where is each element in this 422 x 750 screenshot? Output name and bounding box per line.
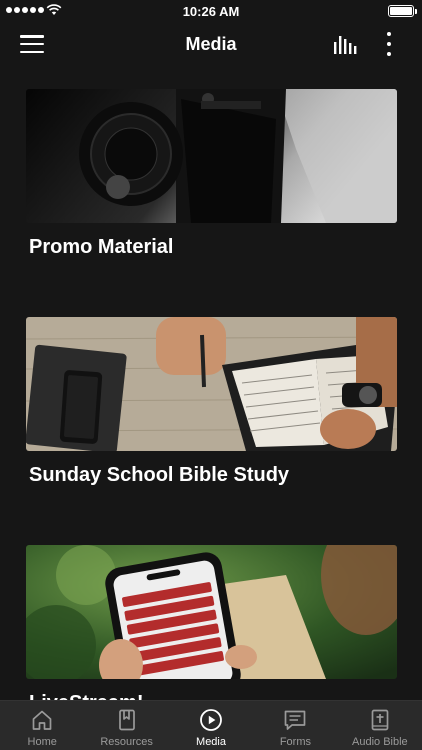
bible-cross-icon xyxy=(371,709,389,731)
media-card-title: Sunday School Bible Study xyxy=(29,464,290,486)
play-circle-icon xyxy=(200,709,222,731)
tab-home[interactable]: Home xyxy=(0,701,84,750)
promo-camera-image xyxy=(26,89,397,223)
tab-label: Resources xyxy=(100,736,153,748)
tab-label: Home xyxy=(27,736,57,748)
media-card-title: LiveStream! xyxy=(26,691,397,700)
tab-forms[interactable]: Forms xyxy=(253,701,337,750)
status-bar: 10:26 AM xyxy=(0,0,422,22)
bottom-tab-bar: Home Resources Media Forms Audio Bible xyxy=(0,700,422,750)
media-card-promo[interactable]: Promo Material xyxy=(26,89,397,259)
tab-media[interactable]: Media xyxy=(169,701,253,750)
top-navigation-bar: Media xyxy=(0,22,422,66)
more-vertical-icon[interactable] xyxy=(381,32,397,56)
bible-study-image xyxy=(26,317,397,451)
livestream-phone-image xyxy=(26,545,397,679)
tab-audio-bible[interactable]: Audio Bible xyxy=(338,701,422,750)
tab-resources[interactable]: Resources xyxy=(84,701,168,750)
status-time: 10:26 AM xyxy=(182,4,240,19)
media-card-bible-study[interactable]: Sunday School Bible Study xyxy=(26,317,397,487)
form-message-icon xyxy=(285,710,306,730)
media-list: Promo Material Sunday School Bible Study xyxy=(0,66,422,700)
home-icon xyxy=(32,710,52,730)
tab-label: Media xyxy=(196,736,226,748)
media-card-livestream[interactable]: LiveStream! xyxy=(26,545,397,700)
media-card-title: Promo Material xyxy=(29,236,174,258)
equalizer-icon[interactable] xyxy=(333,34,357,54)
bookmark-book-icon xyxy=(118,709,135,731)
tab-label: Forms xyxy=(279,736,311,748)
battery-icon xyxy=(388,5,417,17)
page-title: Media xyxy=(185,34,237,54)
tab-label: Audio Bible xyxy=(352,736,408,748)
